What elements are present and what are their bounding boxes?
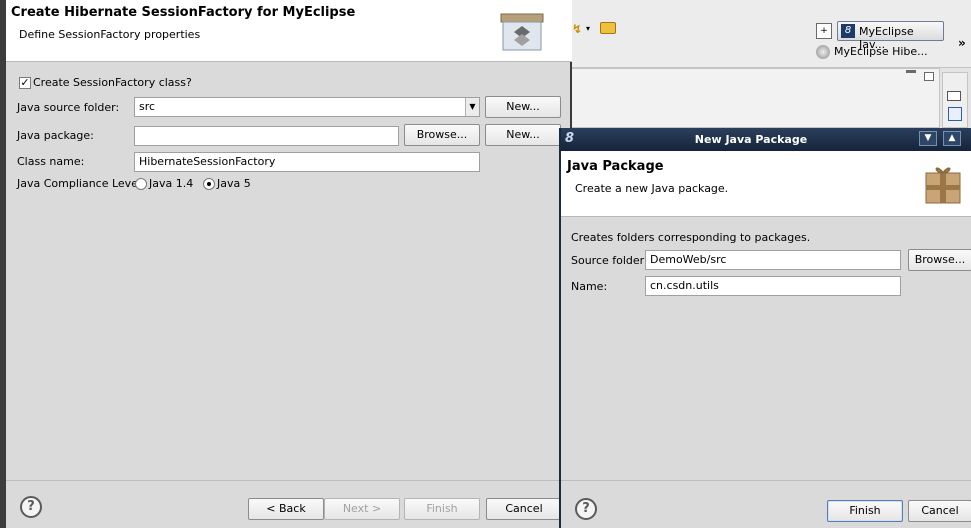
- chevron-down-icon[interactable]: ▼: [919, 131, 937, 146]
- class-name-input[interactable]: HibernateSessionFactory: [134, 152, 480, 172]
- cancel-button[interactable]: Cancel: [486, 498, 562, 520]
- window-titlebar[interactable]: 8 New Java Package ▼ ▲: [561, 128, 971, 151]
- dialog-header: Java Package Create a new Java package.: [561, 151, 971, 217]
- compliance-java5-radio[interactable]: [203, 178, 215, 190]
- source-folder-label: Source folder:: [571, 254, 648, 267]
- perspective-myeclipse-hibernate[interactable]: MyEclipse Hibe...: [834, 45, 928, 58]
- cancel-button[interactable]: Cancel: [908, 500, 971, 522]
- myeclipse-icon: 8: [841, 24, 855, 38]
- wizard-banner-icon: [499, 12, 545, 52]
- restore-icon[interactable]: [947, 91, 961, 101]
- hibernate-sessionfactory-dialog: Create Hibernate SessionFactory for MyEc…: [0, 0, 572, 528]
- compliance-java14-radio[interactable]: [135, 178, 147, 190]
- window-title: New Java Package: [694, 133, 808, 146]
- source-folder-combo[interactable]: src: [134, 97, 480, 117]
- compliance-label: Java Compliance Level:: [17, 177, 145, 190]
- package-icon: [923, 163, 963, 205]
- perspective-myeclipse-java[interactable]: 8 MyEclipse Jav...: [837, 21, 944, 51]
- side-trim: [942, 72, 968, 128]
- dialog-subtitle: Create a new Java package.: [575, 182, 729, 195]
- package-input[interactable]: [134, 126, 399, 146]
- maximize-icon[interactable]: [924, 72, 934, 81]
- package-label: Java package:: [17, 129, 94, 142]
- open-perspective-icon[interactable]: +: [816, 23, 832, 39]
- help-icon[interactable]: ?: [575, 498, 597, 520]
- next-button[interactable]: Next >: [324, 498, 400, 520]
- new-package-button[interactable]: New...: [485, 124, 561, 146]
- source-folder-input[interactable]: DemoWeb/src: [645, 250, 901, 270]
- hibernate-icon: [816, 45, 830, 59]
- chevron-up-icon[interactable]: ▲: [943, 131, 961, 146]
- dropdown-icon[interactable]: ▾: [586, 24, 590, 33]
- dialog-subtitle: Define SessionFactory properties: [19, 28, 201, 41]
- outline-icon[interactable]: [948, 107, 962, 121]
- editor-area: [570, 68, 940, 128]
- help-icon[interactable]: ?: [20, 496, 42, 518]
- new-java-package-dialog: 8 New Java Package ▼ ▲ Java Package Crea…: [559, 128, 971, 528]
- browse-source-folder-button[interactable]: Browse...: [908, 249, 971, 271]
- new-source-folder-button[interactable]: New...: [485, 96, 561, 118]
- compliance-java14-label: Java 1.4: [149, 177, 194, 190]
- dialog-header: Create Hibernate SessionFactory for MyEc…: [6, 0, 572, 62]
- name-label: Name:: [571, 280, 608, 293]
- dialog-heading: Java Package: [567, 159, 664, 174]
- chevron-down-icon[interactable]: ▼: [465, 98, 479, 116]
- footer-separator: [6, 480, 572, 481]
- create-sessionfactory-checkbox[interactable]: ✓: [19, 77, 31, 89]
- finish-button[interactable]: Finish: [827, 500, 903, 522]
- dialog-title: Create Hibernate SessionFactory for MyEc…: [11, 5, 356, 20]
- class-name-label: Class name:: [17, 155, 85, 168]
- source-folder-label: Java source folder:: [17, 101, 120, 114]
- open-folder-icon[interactable]: [600, 22, 616, 34]
- compliance-java5-label: Java 5: [217, 177, 251, 190]
- minimize-icon[interactable]: [906, 70, 916, 73]
- browse-package-button[interactable]: Browse...: [404, 124, 480, 146]
- run-icon[interactable]: ↯: [572, 22, 584, 36]
- create-sessionfactory-label: Create SessionFactory class?: [33, 76, 192, 89]
- package-name-input[interactable]: cn.csdn.utils: [645, 276, 901, 296]
- finish-button[interactable]: Finish: [404, 498, 480, 520]
- footer-separator: [561, 480, 971, 481]
- dialog-description: Creates folders corresponding to package…: [571, 231, 811, 244]
- back-button[interactable]: < Back: [248, 498, 324, 520]
- chevron-overflow-icon[interactable]: »: [958, 36, 966, 50]
